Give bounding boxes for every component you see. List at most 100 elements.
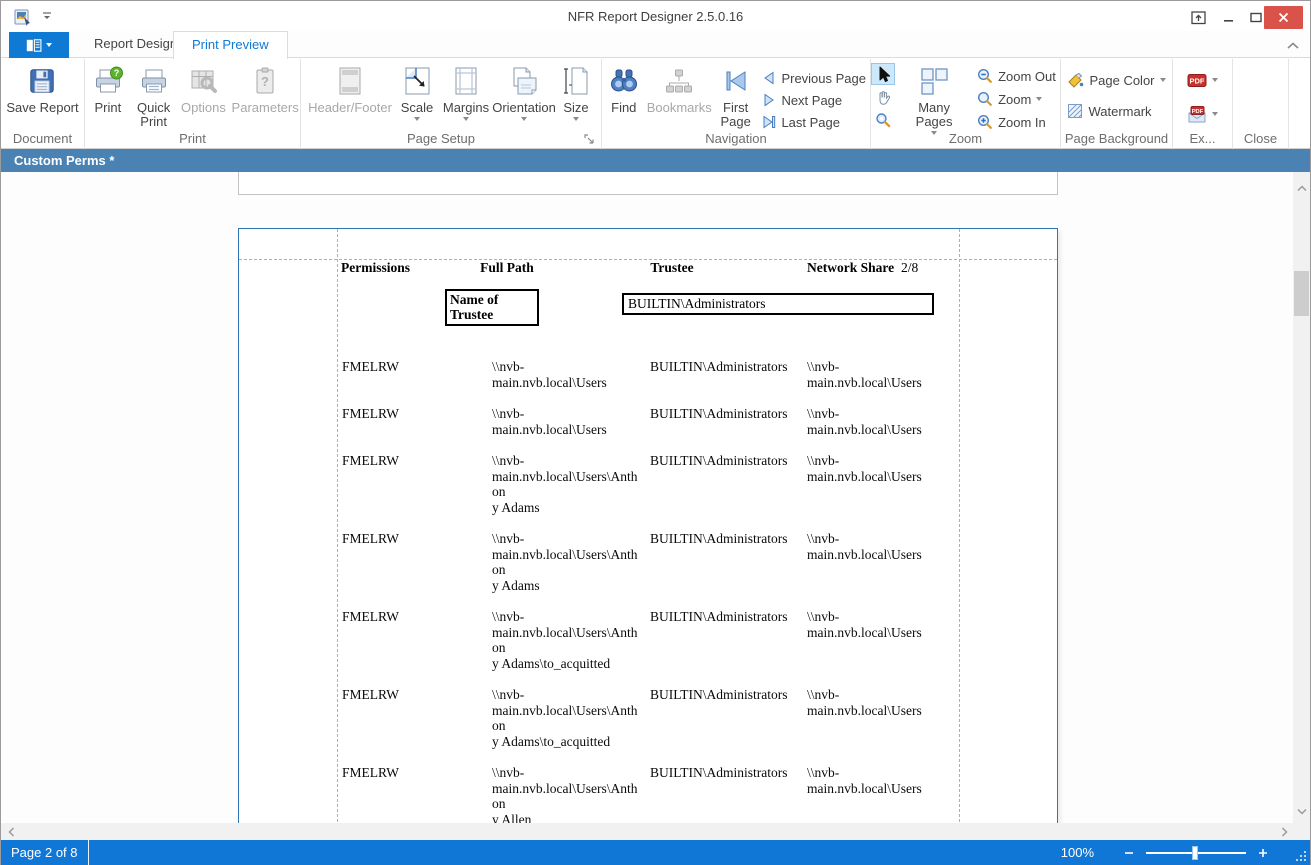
scroll-up-icon[interactable] [1293,180,1310,197]
many-pages-button[interactable]: Many Pages [901,61,967,135]
group-zoom: Many Pages Zoom Out Zoom Zoo [871,59,1061,149]
group-navigation: Find Bookmarks First Page [602,59,871,149]
next-page-button[interactable]: Next Page [758,89,870,111]
scroll-left-icon[interactable] [3,823,20,840]
parameters-button[interactable]: ? Parameters [230,61,300,115]
table-row: FMELRW \\nvb- main.nvb.local\Users\Antho… [342,765,1059,827]
status-zoom-value: 100% [1061,845,1094,860]
tab-print-preview[interactable]: Print Preview [173,31,288,59]
print-button[interactable]: ? Print [85,61,131,115]
table-row: FMELRW \\nvb-main.nvb.local\Users BUILTI… [342,406,1059,437]
first-page-button[interactable]: First Page [713,61,759,129]
cell-full-path: \\nvb- main.nvb.local\Users\Anthon y Ada… [492,609,650,671]
minimize-button[interactable] [1214,6,1244,29]
svg-text:PDF: PDF [1192,108,1204,114]
scale-button[interactable]: Scale [394,61,440,121]
cell-permissions: FMELRW [342,453,492,515]
last-page-button[interactable]: Last Page [758,111,870,133]
scroll-down-icon[interactable] [1293,803,1310,820]
fullscreen-button[interactable] [1184,6,1214,29]
cell-trustee: BUILTIN\Administrators [650,359,807,390]
print-preview-surface[interactable]: Permissions Full Path Trustee Network Sh… [1,172,1310,840]
cell-trustee: BUILTIN\Administrators [650,687,807,749]
pointer-icon [876,66,891,83]
next-page-label: Next Page [781,93,842,108]
ribbon-tab-row: Report Designer Print Preview [1,31,1310,58]
pointer-tool-button[interactable] [871,63,895,85]
page-color-button[interactable]: Page Color [1063,69,1169,91]
scale-dropdown-caret-icon [414,117,420,121]
find-label: Find [611,101,636,115]
cell-full-path: \\nvb- main.nvb.local\Users\Anthon y Ada… [492,453,650,515]
find-button[interactable]: Find [602,61,646,115]
close-window-button[interactable] [1264,6,1303,29]
many-pages-icon [917,64,951,98]
options-button[interactable]: Options [177,61,231,115]
size-button[interactable]: Size [556,61,596,121]
zoom-slider-thumb[interactable] [1192,846,1198,860]
cell-full-path: \\nvb-main.nvb.local\Users [492,359,650,390]
cell-network-share: \\nvb-main.nvb.local\Users [807,687,959,749]
table-row: FMELRW \\nvb-main.nvb.local\Users BUILTI… [342,359,1059,390]
header-footer-icon [333,64,367,98]
app-window: NFR Report Designer 2.5.0.16 Report Desi… [0,0,1311,865]
page-setup-dialog-launcher-icon[interactable] [583,133,595,145]
vertical-scroll-thumb[interactable] [1294,271,1309,316]
scale-icon [400,64,434,98]
quick-print-icon [137,64,171,98]
cell-full-path: \\nvb- main.nvb.local\Users\Anthon y Ada… [492,687,650,749]
save-report-button[interactable]: Save Report [6,61,78,115]
cell-network-share: \\nvb-main.nvb.local\Users [807,765,959,827]
orientation-button[interactable]: Orientation [492,61,556,121]
report-page: Permissions Full Path Trustee Network Sh… [238,228,1058,828]
margins-icon [449,64,483,98]
group-page-setup: Header/Footer Scale Margins [301,59,602,149]
zoom-button[interactable]: Zoom [973,88,1060,110]
bookmarks-button[interactable]: Bookmarks [646,61,713,115]
quick-print-button[interactable]: Quick Print [131,61,177,129]
header-footer-label: Header/Footer [308,101,392,115]
page-color-dropdown-caret-icon [1160,78,1166,82]
scroll-right-icon[interactable] [1276,823,1293,840]
watermark-icon [1067,103,1083,119]
email-pdf-icon: PDF [1187,106,1207,123]
cell-trustee: BUILTIN\Administrators [650,406,807,437]
quick-print-label: Quick Print [131,101,177,129]
cell-permissions: FMELRW [342,765,492,827]
email-pdf-dropdown-caret-icon [1212,112,1218,116]
email-pdf-button[interactable]: PDF [1183,103,1222,125]
bookmarks-label: Bookmarks [647,101,712,115]
vertical-scrollbar[interactable] [1293,172,1310,840]
document-title: Custom Perms * [14,153,114,168]
zoom-in-button[interactable]: Zoom In [973,111,1060,133]
orientation-dropdown-caret-icon [521,117,527,121]
application-menu-button[interactable] [9,32,69,58]
options-label: Options [181,101,226,115]
margins-button[interactable]: Margins [440,61,492,121]
cell-network-share: \\nvb-main.nvb.local\Users [807,359,959,390]
magnifier-tool-icon [875,112,891,128]
many-pages-label: Many Pages [901,101,967,129]
cell-trustee: BUILTIN\Administrators [650,531,807,593]
horizontal-scrollbar[interactable] [1,823,1295,840]
window-title: NFR Report Designer 2.5.0.16 [1,9,1310,24]
previous-page-button[interactable]: Previous Page [758,67,870,89]
hand-tool-button[interactable] [871,86,895,108]
last-page-icon [762,115,776,129]
watermark-button[interactable]: Watermark [1063,100,1169,122]
export-pdf-button[interactable]: PDF [1183,69,1222,91]
magnifier-tool-button[interactable] [871,109,895,131]
header-footer-button[interactable]: Header/Footer [306,61,394,115]
group-document: Save Report Document [1,59,85,149]
zoom-slider[interactable] [1146,852,1246,854]
export-pdf-icon: PDF [1187,73,1207,88]
zoom-minus-icon[interactable] [1124,848,1134,858]
zoom-plus-icon[interactable] [1258,848,1268,858]
zoom-in-label: Zoom In [998,115,1046,130]
resize-grip-icon[interactable] [1296,851,1308,863]
save-icon [25,64,59,98]
collapse-ribbon-icon[interactable] [1286,41,1300,51]
group-caption-zoom: Zoom [871,131,1060,146]
cell-full-path: \\nvb- main.nvb.local\Users\Anthon y All… [492,765,650,827]
zoom-out-button[interactable]: Zoom Out [973,65,1060,87]
